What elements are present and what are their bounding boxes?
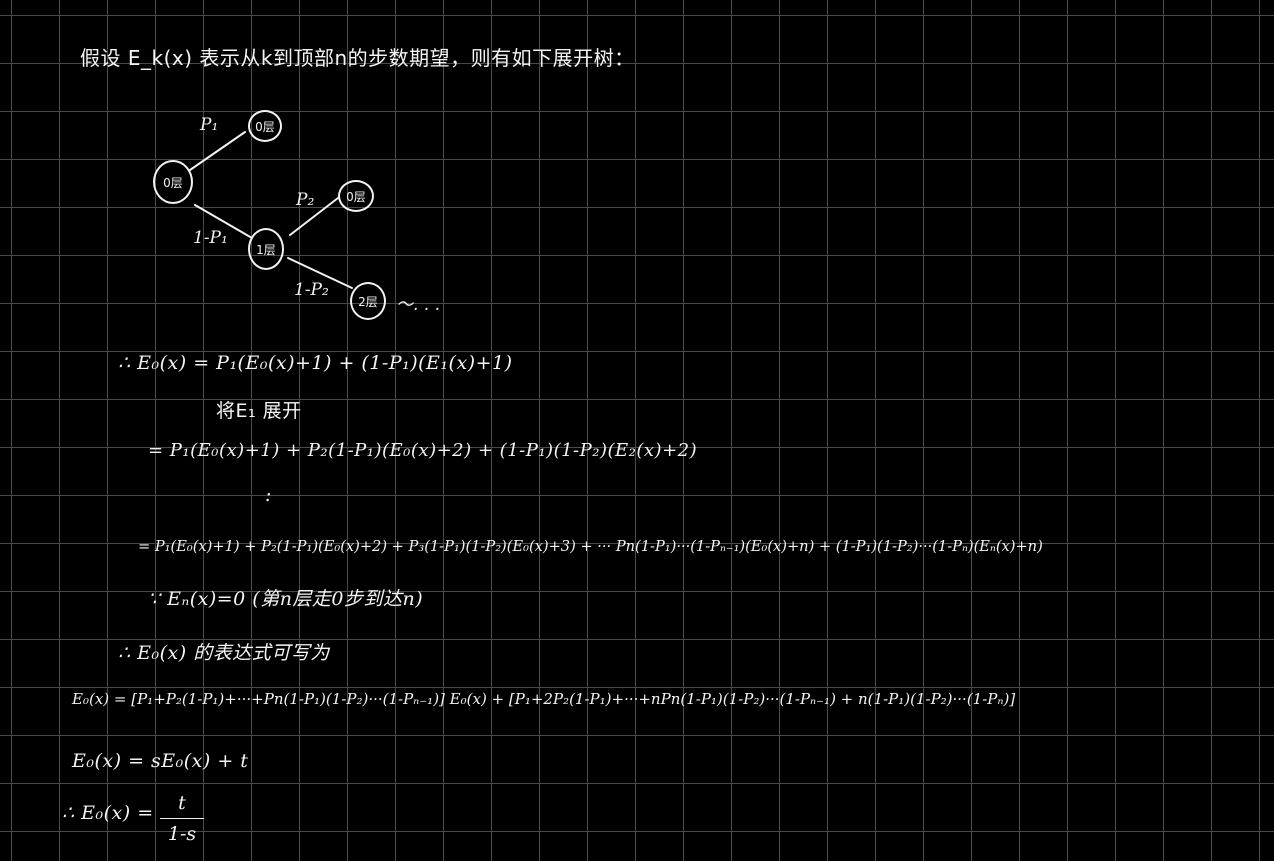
edge-0-to-top0 bbox=[189, 131, 246, 171]
edge-label-1-p2: 1-P₂ bbox=[294, 280, 329, 300]
vertical-dots: : bbox=[265, 484, 272, 506]
tree-edges bbox=[189, 131, 353, 289]
equation-6: E₀(x) = [P₁+P₂(1-P₁)+···+Pn(1-P₁)(1-P₂)·… bbox=[72, 690, 1016, 708]
tree-continuation: ～. . . bbox=[396, 295, 441, 315]
edge-label-1-p1: 1-P₁ bbox=[193, 228, 228, 248]
edge-label-p1: P₁ bbox=[200, 115, 219, 135]
tree-node-mid0: 0层 bbox=[338, 180, 374, 212]
equation-4: ∵ Eₙ(x)=0 (第n层走0步到达n) bbox=[148, 588, 424, 610]
equation-5: ∴ E₀(x) 的表达式可写为 bbox=[118, 642, 330, 664]
fraction-bar bbox=[160, 818, 204, 819]
equation-7: E₀(x) = sE₀(x) + t bbox=[72, 750, 249, 772]
tree-node-level2: 2层 bbox=[350, 282, 386, 320]
edge-label-p2: P₂ bbox=[296, 190, 315, 210]
note-expand-e1: 将E₁ 展开 bbox=[216, 400, 302, 422]
equation-8-fraction: t 1-s bbox=[160, 792, 204, 845]
equation-1: ∴ E₀(x) = P₁(E₀(x)+1) + (1-P₁)(E₁(x)+1) bbox=[118, 352, 513, 374]
equation-8-lhs: ∴ E₀(x) = bbox=[62, 802, 154, 824]
equation-2: = P₁(E₀(x)+1) + P₂(1-P₁)(E₀(x)+2) + (1-P… bbox=[148, 440, 698, 461]
tree-node-top0: 0层 bbox=[248, 110, 282, 142]
fraction-numerator: t bbox=[178, 792, 186, 814]
tree-node-root: 0层 bbox=[153, 160, 193, 204]
fraction-denominator: 1-s bbox=[167, 823, 197, 845]
equation-3: = P₁(E₀(x)+1) + P₂(1-P₁)(E₀(x)+2) + P₃(1… bbox=[138, 538, 1043, 555]
tree-node-level1: 1层 bbox=[248, 228, 284, 270]
